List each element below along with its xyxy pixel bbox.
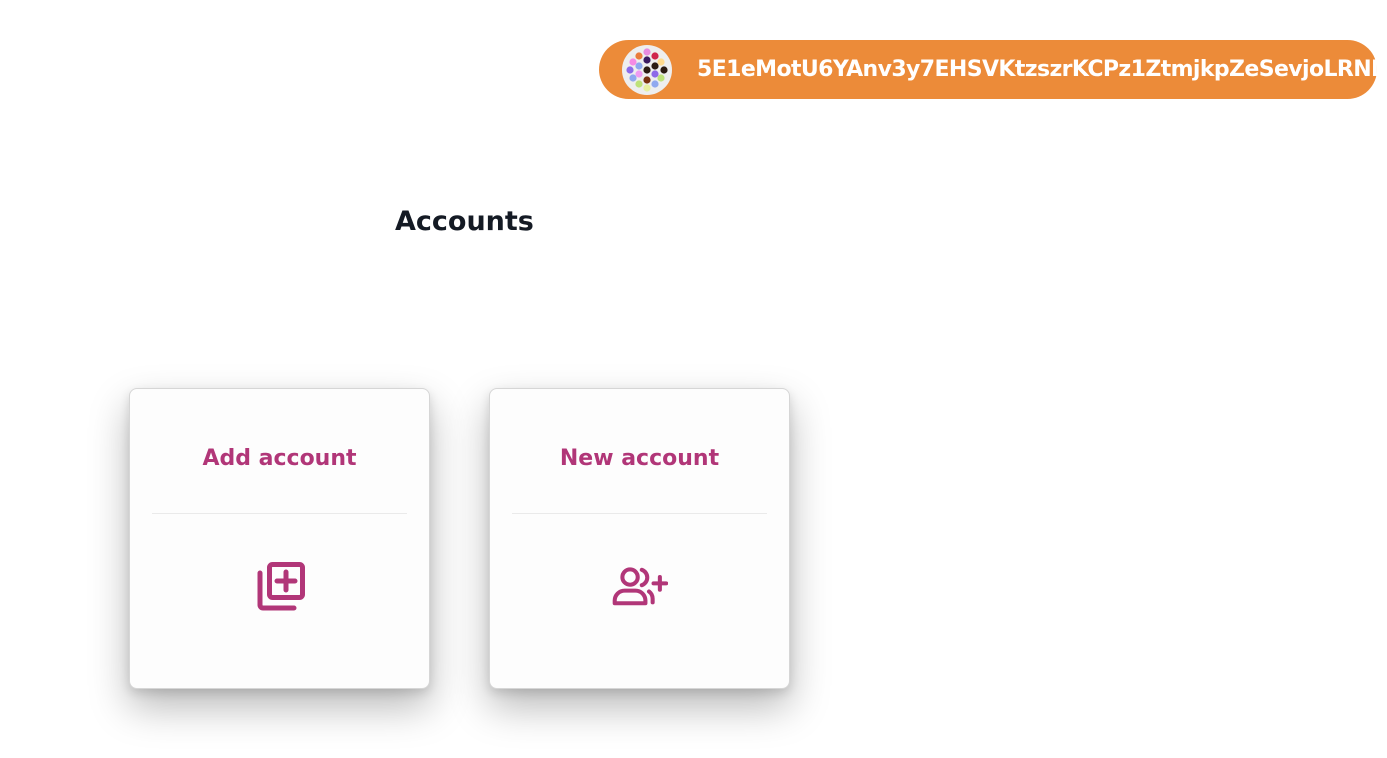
identicon-avatar-icon	[622, 45, 672, 95]
new-account-card[interactable]: New account	[489, 388, 790, 689]
accounts-page: 5E1eMotU6YAnv3y7EHSVKtzszrKCPz1ZtmjkpZeS…	[0, 0, 1387, 758]
account-selector[interactable]: 5E1eMotU6YAnv3y7EHSVKtzszrKCPz1ZtmjkpZeS…	[599, 40, 1387, 99]
card-divider	[152, 513, 407, 514]
add-account-card[interactable]: Add account	[129, 388, 430, 689]
card-divider	[512, 513, 767, 514]
page-title: Accounts	[395, 206, 534, 237]
account-address: 5E1eMotU6YAnv3y7EHSVKtzszrKCPz1ZtmjkpZeS…	[697, 57, 1387, 82]
add-copy-icon	[252, 559, 308, 615]
add-account-label: Add account	[202, 446, 357, 471]
add-user-icon	[612, 559, 668, 615]
new-account-label: New account	[559, 446, 720, 471]
